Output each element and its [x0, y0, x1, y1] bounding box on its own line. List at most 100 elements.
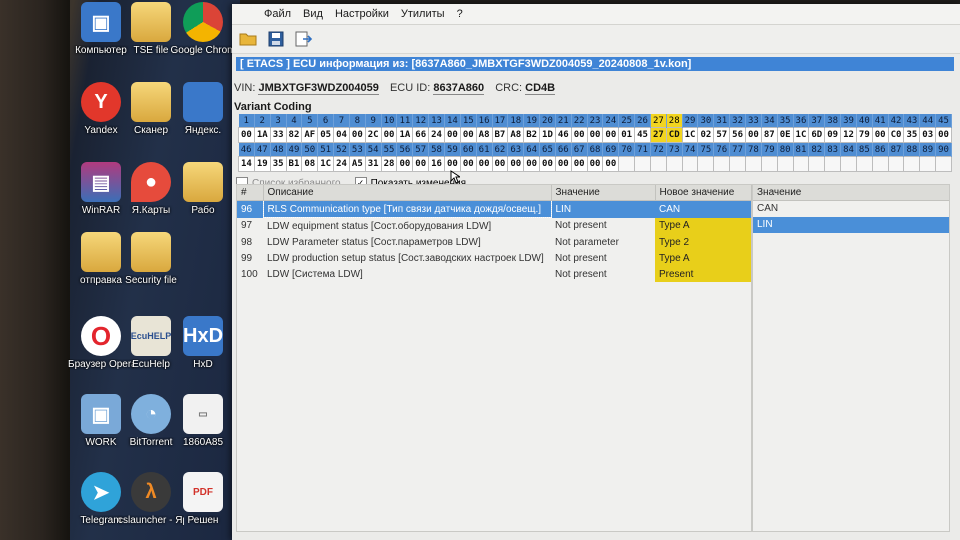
table-row[interactable]: 96 RLS Communication type [Тип связи датч… [237, 200, 751, 218]
byte-cell[interactable]: 46 [554, 127, 572, 143]
table-row[interactable]: 98 LDW Parameter status [Сост.параметров … [237, 234, 751, 250]
byte-cell[interactable]: 12 [840, 127, 857, 143]
byte-cell[interactable] [776, 156, 794, 172]
byte-cell[interactable]: 16 [428, 156, 445, 172]
col-value[interactable]: Значение [551, 185, 656, 201]
byte-cell[interactable]: B7 [491, 127, 509, 143]
byte-cell[interactable]: 0E [776, 127, 794, 143]
byte-cell[interactable]: 00 [459, 127, 477, 143]
byte-cell[interactable]: 00 [586, 127, 604, 143]
byte-cell[interactable] [903, 156, 921, 172]
byte-cell[interactable] [713, 156, 731, 172]
menu-file[interactable]: Файл [262, 7, 293, 21]
byte-cell[interactable]: 00 [348, 127, 366, 143]
byte-cell[interactable] [887, 156, 905, 172]
byte-cell[interactable]: 79 [855, 127, 873, 143]
export-button[interactable] [292, 27, 316, 51]
byte-cell[interactable] [855, 156, 873, 172]
byte-cell[interactable] [634, 156, 651, 172]
byte-cell[interactable]: 00 [491, 156, 509, 172]
col-description[interactable]: Описание [263, 185, 552, 201]
desktop-shortcut[interactable]: Рабо [170, 162, 236, 216]
byte-cell[interactable]: 00 [238, 127, 255, 143]
byte-cell[interactable]: 1D [539, 127, 556, 143]
table-row[interactable]: 99 LDW production setup status [Сост.заво… [237, 250, 751, 266]
byte-cell[interactable]: 24 [333, 156, 350, 172]
byte-cell[interactable]: 1C [792, 127, 810, 143]
byte-cell[interactable]: 56 [729, 127, 746, 143]
col-num[interactable]: # [237, 185, 264, 201]
byte-cell[interactable]: 31 [364, 156, 382, 172]
byte-cell[interactable]: 03 [919, 127, 937, 143]
byte-cell[interactable] [824, 156, 842, 172]
byte-cell[interactable]: 35 [903, 127, 921, 143]
byte-cell[interactable]: 2C [364, 127, 382, 143]
byte-cell[interactable]: 00 [935, 127, 952, 143]
desktop-shortcut[interactable]: ▭ 1860A85 [170, 394, 236, 448]
byte-cell[interactable] [729, 156, 746, 172]
byte-cell[interactable]: 00 [396, 156, 414, 172]
byte-cell[interactable]: 57 [713, 127, 731, 143]
byte-cell[interactable]: A5 [348, 156, 366, 172]
byte-cell[interactable]: CD [665, 127, 683, 143]
table-row[interactable]: 97 LDW equipment status [Сост.оборудовани… [237, 217, 751, 234]
byte-cell[interactable] [792, 156, 810, 172]
byte-cell[interactable]: 00 [539, 156, 556, 172]
byte-cell[interactable]: 00 [602, 156, 620, 172]
byte-cell[interactable]: 00 [745, 127, 762, 143]
open-button[interactable] [236, 27, 260, 51]
byte-cell[interactable] [665, 156, 683, 172]
byte-cell[interactable]: 1A [253, 127, 271, 143]
byte-cell[interactable]: 00 [380, 127, 398, 143]
byte-cell[interactable]: 00 [570, 156, 588, 172]
desktop-shortcut[interactable]: PDF Решен [170, 472, 236, 526]
byte-cell[interactable]: 14 [238, 156, 255, 172]
menu-help[interactable]: ? [455, 7, 465, 21]
byte-cell[interactable] [935, 156, 952, 172]
byte-cell[interactable]: A8 [475, 127, 493, 143]
byte-cell[interactable]: 08 [301, 156, 319, 172]
desktop-shortcut[interactable]: HxD HxD [170, 316, 236, 370]
byte-cell[interactable] [649, 156, 667, 172]
byte-cell[interactable] [871, 156, 889, 172]
byte-cell[interactable]: 1A [396, 127, 414, 143]
byte-cell[interactable] [760, 156, 778, 172]
byte-cell[interactable] [697, 156, 715, 172]
byte-cell[interactable]: 45 [634, 127, 651, 143]
col-new-value[interactable]: Новое значение [655, 185, 752, 201]
byte-cell[interactable]: 00 [586, 156, 604, 172]
byte-cell[interactable] [840, 156, 857, 172]
byte-cell[interactable] [745, 156, 762, 172]
byte-cell[interactable]: B1 [285, 156, 303, 172]
menu-utilities[interactable]: Утилиты [399, 7, 447, 21]
desktop-shortcut[interactable]: Яндекс. [170, 82, 236, 136]
menu-settings[interactable]: Настройки [333, 7, 391, 21]
option-item[interactable]: CAN [753, 201, 949, 217]
byte-cell[interactable]: A8 [507, 127, 525, 143]
byte-cell[interactable]: 28 [380, 156, 398, 172]
byte-cell[interactable]: 6D [808, 127, 826, 143]
option-item[interactable]: LIN [753, 217, 949, 233]
byte-cell[interactable]: 02 [697, 127, 715, 143]
byte-cell[interactable]: B2 [523, 127, 541, 143]
byte-cell[interactable]: 00 [523, 156, 541, 172]
byte-cell[interactable]: 35 [269, 156, 287, 172]
byte-cell[interactable]: 00 [412, 156, 430, 172]
byte-cell[interactable]: 87 [760, 127, 778, 143]
byte-cell[interactable]: 00 [871, 127, 889, 143]
byte-cell[interactable]: 24 [428, 127, 445, 143]
byte-cell[interactable]: 66 [412, 127, 430, 143]
byte-cell[interactable] [808, 156, 826, 172]
byte-cell[interactable]: 01 [618, 127, 636, 143]
byte-cell[interactable]: C0 [887, 127, 905, 143]
byte-cell[interactable]: 1C [681, 127, 699, 143]
byte-cell[interactable]: 00 [443, 127, 461, 143]
byte-cell[interactable]: AF [301, 127, 319, 143]
byte-cell[interactable]: 04 [333, 127, 350, 143]
byte-cell[interactable]: 19 [253, 156, 271, 172]
byte-cell[interactable]: 27 [649, 127, 667, 143]
desktop-shortcut[interactable]: Security file [118, 232, 184, 286]
byte-cell[interactable]: 00 [602, 127, 620, 143]
byte-cell[interactable]: 82 [285, 127, 303, 143]
table-row[interactable]: 100 LDW [Система LDW] Not present Present [237, 266, 751, 282]
